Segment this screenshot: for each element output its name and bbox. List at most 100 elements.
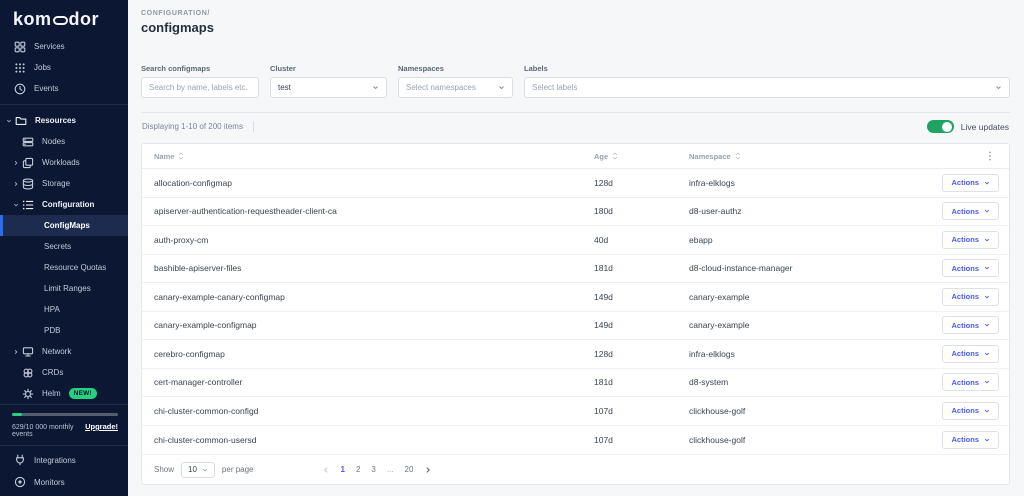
actions-button-label: Actions: [951, 207, 979, 216]
page-number-2[interactable]: 2: [356, 465, 360, 474]
sidebar-item-workloads[interactable]: Workloads: [0, 152, 128, 173]
table-body: allocation-configmap128dinfra-elklogsAct…: [142, 169, 1009, 454]
search-configmaps-input[interactable]: [141, 77, 259, 98]
cell-actions: Actions: [942, 202, 1009, 220]
actions-button[interactable]: Actions: [942, 431, 999, 449]
actions-button[interactable]: Actions: [942, 345, 999, 363]
chevron-down-icon[interactable]: [6, 118, 15, 124]
actions-button-label: Actions: [951, 264, 979, 273]
page-number-1[interactable]: 1: [341, 465, 345, 474]
cell-namespace: d8-system: [689, 377, 899, 387]
chevron-right-icon[interactable]: [13, 160, 22, 166]
pagination-bar: Show 10 per page 123...20: [142, 454, 1009, 484]
cell-actions: Actions: [942, 174, 1009, 192]
column-header-namespace[interactable]: Namespace: [689, 152, 899, 161]
table-row[interactable]: auth-proxy-cm40debappActions: [142, 226, 1009, 255]
grid-icon: [14, 41, 26, 53]
table-row[interactable]: chi-cluster-common-configd107dclickhouse…: [142, 397, 1009, 426]
actions-button[interactable]: Actions: [942, 231, 999, 249]
filter-cluster: Cluster test: [270, 64, 387, 98]
sidebar-item-limit-ranges[interactable]: Limit Ranges: [0, 278, 128, 299]
chevron-down-icon[interactable]: [13, 202, 22, 208]
sidebar-item-helm[interactable]: HelmNEW!: [0, 383, 128, 404]
live-updates-toggle[interactable]: [927, 120, 954, 133]
cell-namespace: ebapp: [689, 235, 899, 245]
configmaps-table: NameAgeNamespace⋮ allocation-configmap12…: [141, 143, 1010, 485]
table-row[interactable]: apiserver-authentication-requestheader-c…: [142, 198, 1009, 227]
table-row[interactable]: bashible-apiserver-files181dd8-cloud-ins…: [142, 255, 1009, 284]
per-page-select[interactable]: 10: [181, 462, 215, 478]
cell-age: 149d: [594, 292, 689, 302]
breadcrumb: CONFIGURATION/: [141, 10, 1010, 17]
labels-select[interactable]: Select labels: [524, 77, 1010, 98]
logo-text-suffix: dor: [69, 9, 100, 30]
sidebar-item-monitors[interactable]: Monitors: [0, 471, 128, 493]
actions-button-label: Actions: [951, 406, 979, 415]
cell-name: chi-cluster-common-usersd: [142, 435, 594, 445]
sort-icon[interactable]: [735, 152, 741, 160]
actions-button[interactable]: Actions: [942, 202, 999, 220]
sidebar-item-jobs[interactable]: Jobs: [0, 57, 128, 78]
next-page-icon[interactable]: [424, 466, 432, 474]
nodes-icon: [22, 136, 34, 148]
sidebar-item-crds[interactable]: CRDs: [0, 362, 128, 383]
page-number-3[interactable]: 3: [371, 465, 375, 474]
komodor-logo[interactable]: komdor: [0, 0, 128, 36]
sidebar-item-storage[interactable]: Storage: [0, 173, 128, 194]
filter-label: Cluster: [270, 64, 387, 73]
column-label: Namespace: [689, 152, 731, 161]
per-page-suffix: per page: [222, 465, 254, 474]
actions-button[interactable]: Actions: [942, 402, 999, 420]
table-row[interactable]: cerebro-configmap128dinfra-elklogsAction…: [142, 340, 1009, 369]
sidebar-item-nodes[interactable]: Nodes: [0, 131, 128, 152]
sort-icon[interactable]: [612, 152, 618, 160]
list-info-row: Displaying 1-10 of 200 items Live update…: [141, 112, 1010, 139]
sidebar-divider: [0, 104, 128, 105]
namespaces-select[interactable]: Select namespaces: [398, 77, 513, 98]
sidebar-item-resources[interactable]: Resources: [0, 110, 128, 131]
filter-label: Namespaces: [398, 64, 513, 73]
table-row[interactable]: allocation-configmap128dinfra-elklogsAct…: [142, 169, 1009, 198]
actions-button[interactable]: Actions: [942, 259, 999, 277]
usage-text: 629/10 000 monthly events: [12, 424, 85, 438]
upgrade-link[interactable]: Upgrade!: [85, 422, 118, 431]
cluster-select[interactable]: test: [270, 77, 387, 98]
page-number-20[interactable]: 20: [405, 465, 414, 474]
cell-age: 128d: [594, 178, 689, 188]
sidebar-item-configmaps[interactable]: ConfigMaps: [0, 215, 128, 236]
actions-button[interactable]: Actions: [942, 373, 999, 391]
table-header-row: NameAgeNamespace ⋮: [142, 144, 1009, 169]
chevron-right-icon[interactable]: [13, 181, 22, 187]
sidebar-item-pdb[interactable]: PDB: [0, 320, 128, 341]
sidebar-item-hpa[interactable]: HPA: [0, 299, 128, 320]
sidebar-item-resource-quotas[interactable]: Resource Quotas: [0, 257, 128, 278]
table-row[interactable]: chi-cluster-common-usersd107dclickhouse-…: [142, 426, 1009, 455]
prev-page-icon: [322, 466, 330, 474]
page-title: configmaps: [141, 20, 1010, 35]
sidebar-item-configuration[interactable]: Configuration: [0, 194, 128, 215]
column-header-name[interactable]: Name: [142, 152, 594, 161]
actions-button[interactable]: Actions: [942, 316, 999, 334]
kebab-menu-icon[interactable]: ⋮: [985, 151, 1009, 162]
sidebar-item-label: Storage: [42, 179, 70, 188]
table-row[interactable]: cert-manager-controller181dd8-systemActi…: [142, 369, 1009, 398]
table-row[interactable]: canary-example-configmap149dcanary-examp…: [142, 312, 1009, 341]
sort-icon[interactable]: [178, 152, 184, 160]
logo-o-icon: [53, 16, 68, 25]
sidebar-item-integrations[interactable]: Integrations: [0, 449, 128, 471]
sidebar-item-network[interactable]: Network: [0, 341, 128, 362]
search-input[interactable]: [149, 83, 251, 92]
cell-name: allocation-configmap: [142, 178, 594, 188]
filter-search-configmaps: Search configmaps: [141, 64, 259, 98]
chevron-right-icon[interactable]: [13, 349, 22, 355]
cell-age: 128d: [594, 349, 689, 359]
chevron-down-icon: [498, 84, 505, 91]
column-header-age[interactable]: Age: [594, 152, 689, 161]
actions-button-label: Actions: [951, 435, 979, 444]
sidebar-item-events[interactable]: Events: [0, 78, 128, 99]
sidebar-item-services[interactable]: Services: [0, 36, 128, 57]
table-row[interactable]: canary-example-canary-configmap149dcanar…: [142, 283, 1009, 312]
actions-button[interactable]: Actions: [942, 174, 999, 192]
actions-button[interactable]: Actions: [942, 288, 999, 306]
sidebar-item-secrets[interactable]: Secrets: [0, 236, 128, 257]
